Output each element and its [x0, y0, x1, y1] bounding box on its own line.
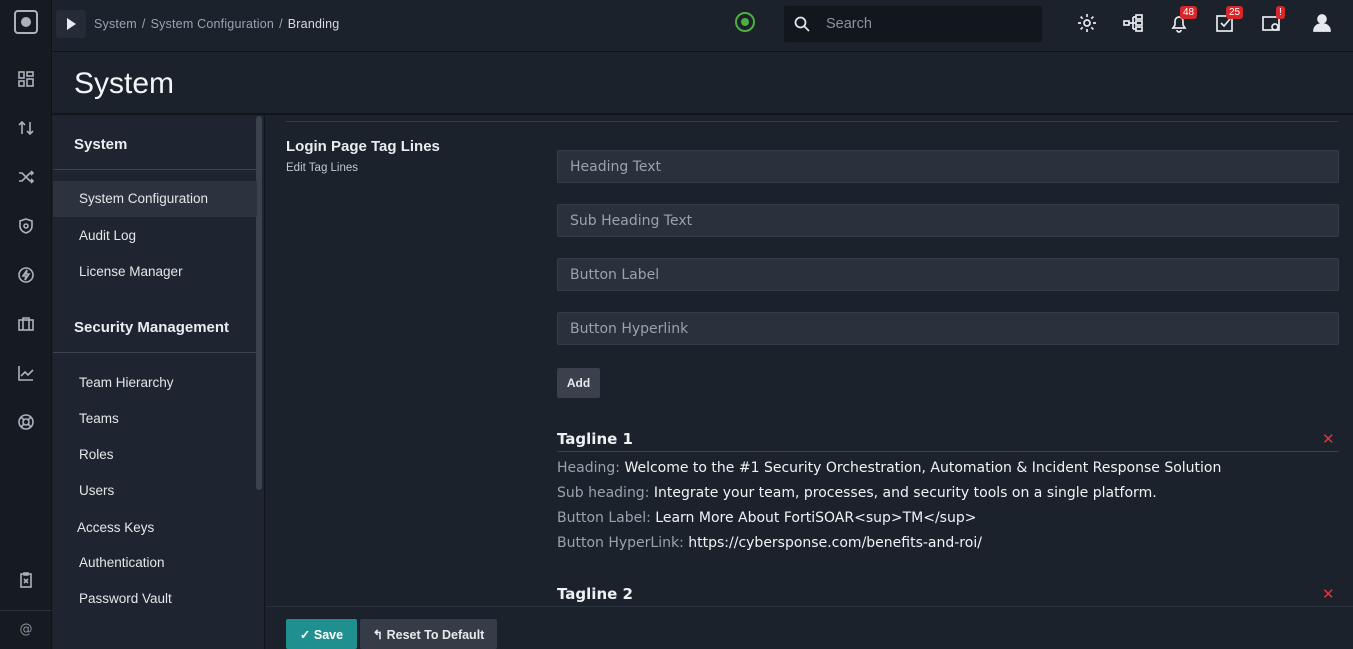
left-rail: @ — [0, 0, 52, 649]
settings-gear-icon[interactable] — [1075, 11, 1099, 35]
briefcase-icon[interactable] — [0, 309, 52, 339]
tagline-button-link-row: Button HyperLink: https://cybersponse.co… — [557, 535, 982, 551]
button-label-input[interactable] — [558, 259, 1338, 290]
main-content: Login Page Tag Lines Edit Tag Lines Add … — [266, 116, 1353, 606]
page-title: System — [74, 67, 175, 100]
connection-status-icon[interactable] — [735, 12, 755, 32]
at-icon[interactable]: @ — [0, 622, 52, 637]
reset-to-default-button[interactable]: ↰ Reset To Default — [360, 619, 497, 649]
sub-heading-text-field[interactable] — [557, 204, 1339, 237]
sidebar-section-system: System — [74, 136, 128, 153]
tagline-button-label-value: Learn More About FortiSOAR<sup>TM</sup> — [655, 510, 977, 526]
sidebar-item-access-keys[interactable]: Access Keys — [53, 510, 257, 546]
tagline-heading-row: Heading: Welcome to the #1 Security Orch… — [557, 460, 1221, 476]
tagline-button-link-value: https://cybersponse.com/benefits-and-roi… — [688, 535, 982, 551]
shuffle-icon[interactable] — [0, 162, 52, 192]
page-header: System — [52, 53, 1353, 115]
tagline-heading-key: Heading: — [557, 460, 620, 476]
footer-actions: ✓ Save ↰ Reset To Default — [266, 606, 1353, 649]
shield-icon[interactable] — [0, 211, 52, 241]
sidebar-item-users[interactable]: Users — [53, 473, 257, 509]
button-hyperlink-field[interactable] — [557, 312, 1339, 345]
remove-tagline-close-icon[interactable]: ✕ — [1322, 430, 1335, 448]
tagline-subheading-value: Integrate your team, processes, and secu… — [653, 485, 1157, 501]
section-subtitle: Edit Tag Lines — [286, 162, 359, 174]
tagline-heading-value: Welcome to the #1 Security Orchestration… — [624, 460, 1222, 476]
breadcrumb-branding: Branding — [287, 17, 340, 31]
check-icon: ✓ — [299, 627, 314, 642]
top-bar: System/System Configuration/Branding 48 … — [52, 0, 1353, 52]
system-alert-badge: ! — [1276, 6, 1285, 19]
button-label-field[interactable] — [557, 258, 1339, 291]
expand-play-button[interactable] — [56, 10, 86, 38]
tasks-check-icon[interactable]: 25 — [1213, 6, 1244, 35]
sub-heading-text-input[interactable] — [558, 205, 1338, 236]
breadcrumb: System / System Configuration / Branding — [94, 17, 339, 31]
undo-arrow-icon: ↰ — [372, 627, 387, 642]
tagline-subheading-key: Sub heading: — [557, 485, 650, 501]
tagline-title: Tagline 1 — [557, 430, 633, 448]
sidebar-section-security-management: Security Management — [74, 319, 230, 336]
sidebar: System System Configuration Audit Log Li… — [53, 116, 265, 649]
sort-icon[interactable] — [0, 113, 52, 143]
rail-divider — [0, 610, 52, 611]
tagline-divider — [557, 451, 1339, 452]
sidebar-item-password-vault[interactable]: Password Vault — [53, 581, 257, 617]
notifications-bell-icon[interactable]: 48 — [1167, 6, 1198, 35]
reset-label: Reset To Default — [386, 627, 485, 642]
tagline-button-label-key: Button Label: — [557, 510, 651, 526]
app-logo-icon[interactable] — [14, 10, 38, 34]
breadcrumb-separator: / — [279, 17, 283, 31]
content-divider — [286, 121, 1338, 122]
save-button[interactable]: ✓ Save — [286, 619, 357, 649]
tagline-button-link-key: Button HyperLink: — [557, 535, 684, 551]
sidebar-item-license-manager[interactable]: License Manager — [53, 254, 257, 290]
bolt-icon[interactable] — [0, 260, 52, 290]
search-box[interactable] — [784, 6, 1042, 42]
hierarchy-icon[interactable] — [1121, 11, 1145, 35]
search-input[interactable] — [826, 13, 1026, 35]
breadcrumb-separator: / — [141, 17, 146, 31]
user-avatar-icon[interactable] — [1310, 11, 1334, 35]
notifications-badge: 48 — [1180, 6, 1198, 19]
lifebuoy-icon[interactable] — [0, 407, 52, 437]
breadcrumb-system[interactable]: System — [94, 17, 137, 31]
search-icon — [794, 16, 810, 32]
sidebar-divider — [53, 352, 257, 353]
tagline-button-label-row: Button Label: Learn More About FortiSOAR… — [557, 510, 976, 526]
sidebar-item-authentication[interactable]: Authentication — [53, 545, 257, 581]
dashboard-icon[interactable] — [0, 64, 52, 94]
save-label: Save — [313, 627, 344, 642]
sidebar-item-team-hierarchy[interactable]: Team Hierarchy — [53, 365, 257, 401]
sidebar-item-audit-log[interactable]: Audit Log — [53, 218, 257, 254]
tagline-subheading-row: Sub heading: Integrate your team, proces… — [557, 485, 1157, 501]
button-hyperlink-input[interactable] — [558, 313, 1338, 344]
heading-text-field[interactable] — [557, 150, 1339, 183]
system-alert-icon[interactable]: ! — [1260, 6, 1285, 35]
remove-tagline-close-icon[interactable]: ✕ — [1322, 585, 1335, 603]
clipboard-delete-icon[interactable] — [0, 565, 52, 595]
add-tagline-button[interactable]: Add — [557, 368, 600, 398]
sidebar-item-roles[interactable]: Roles — [53, 437, 257, 473]
section-title: Login Page Tag Lines — [286, 138, 440, 155]
heading-text-input[interactable] — [558, 151, 1338, 182]
sidebar-item-system-configuration[interactable]: System Configuration — [53, 181, 257, 217]
sidebar-divider — [53, 169, 257, 170]
chart-line-icon[interactable] — [0, 358, 52, 388]
tasks-badge: 25 — [1226, 6, 1244, 19]
breadcrumb-system-configuration[interactable]: System Configuration — [151, 17, 275, 31]
tagline-title: Tagline 2 — [557, 585, 633, 603]
sidebar-item-teams[interactable]: Teams — [53, 401, 257, 437]
